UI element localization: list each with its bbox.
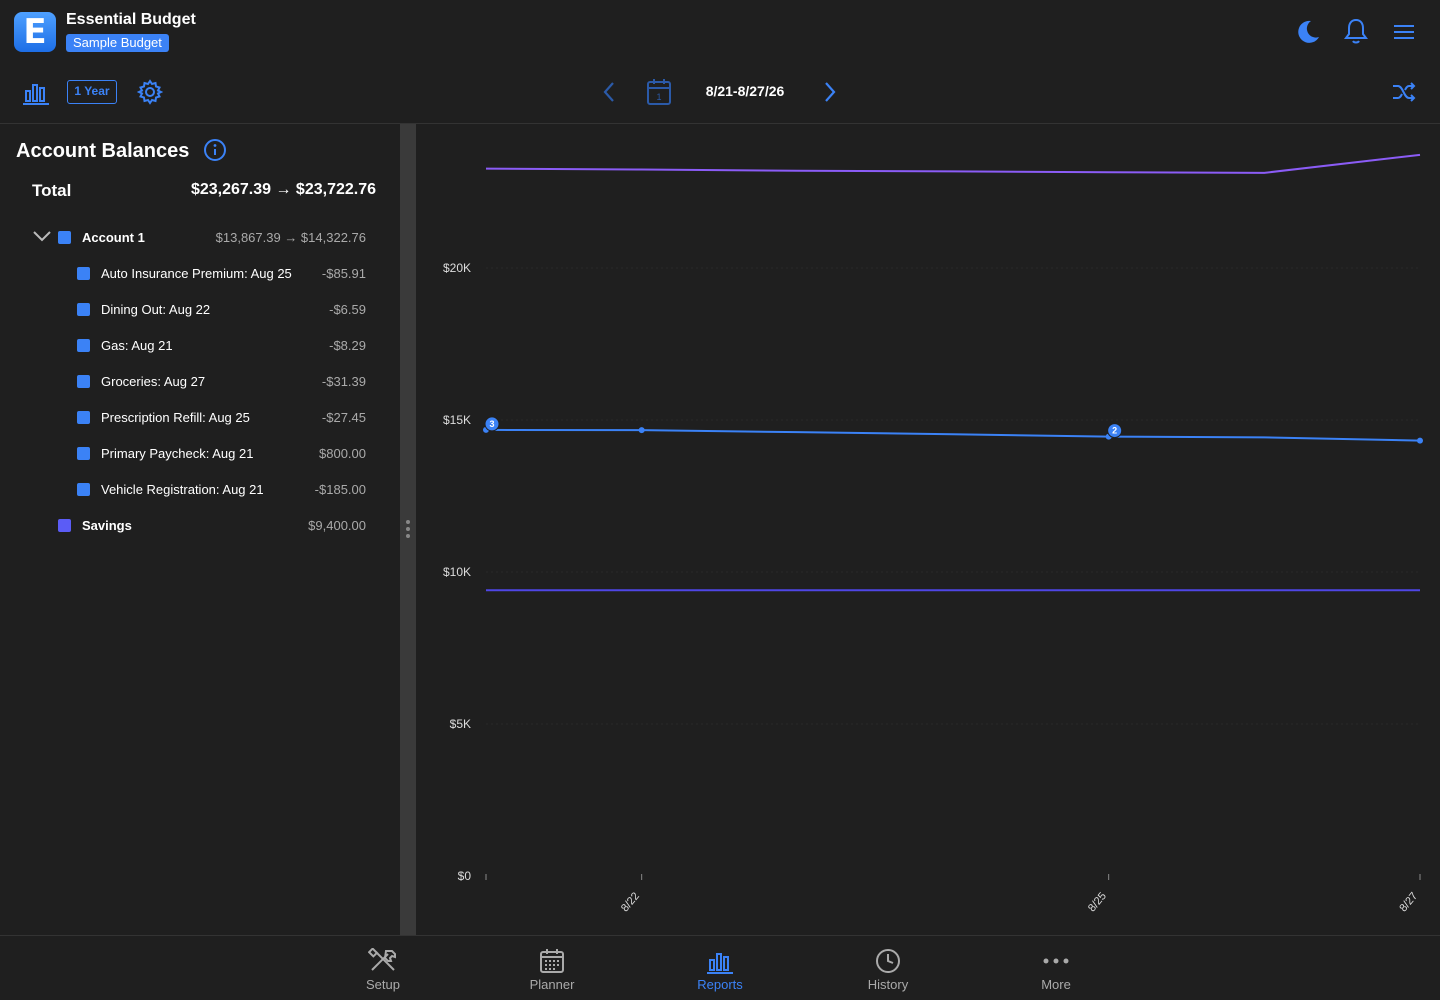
y-tick-label: $10K xyxy=(443,565,471,579)
nav-history[interactable]: History xyxy=(833,936,943,1000)
transaction-swatch xyxy=(77,374,90,388)
transaction-swatch xyxy=(77,410,90,424)
series-line xyxy=(485,428,1421,442)
app-logo: E xyxy=(14,12,56,52)
shuffle-icon[interactable] xyxy=(1391,80,1417,104)
transaction-swatch xyxy=(77,446,90,460)
transaction-item[interactable]: Dining Out: Aug 22 xyxy=(77,299,210,319)
account-color-swatch xyxy=(58,230,71,244)
total-value: $23,267.39 → $23,722.76 xyxy=(190,181,376,198)
chevron-left-icon[interactable] xyxy=(600,80,618,104)
account-row[interactable]: Savings xyxy=(58,515,132,535)
nav-label: More xyxy=(1041,977,1071,992)
transaction-label: Auto Insurance Premium: Aug 25 xyxy=(101,265,292,281)
y-tick-label: $0 xyxy=(458,869,472,883)
calendar-grid-icon xyxy=(538,947,566,975)
y-tick-label: $15K xyxy=(443,413,471,427)
data-point xyxy=(1417,437,1423,444)
nav-planner[interactable]: Planner xyxy=(497,936,607,1000)
nav-more[interactable]: More xyxy=(1001,936,1111,1000)
nav-label: Setup xyxy=(366,977,400,992)
total-label: Total xyxy=(32,181,72,200)
calendar-icon[interactable]: 1 xyxy=(646,78,672,106)
nav-setup[interactable]: Setup xyxy=(328,936,438,1000)
balance-chart: $0 $5K $10K $15K $20K 8/22 8/25 8/27 3 2 xyxy=(443,153,1423,914)
y-tick-label: $20K xyxy=(443,261,471,275)
more-dots-icon xyxy=(1042,947,1070,975)
data-point xyxy=(638,427,645,434)
grip-dots-icon[interactable] xyxy=(406,520,410,541)
series-line xyxy=(485,153,1421,174)
x-tick-label: 8/25 xyxy=(1086,890,1109,914)
transaction-item[interactable]: Auto Insurance Premium: Aug 25 xyxy=(77,263,292,283)
x-tick-label: 8/27 xyxy=(1397,890,1420,914)
chevron-down-icon[interactable] xyxy=(32,229,52,243)
transaction-item[interactable]: Gas: Aug 21 xyxy=(77,335,173,355)
menu-icon[interactable] xyxy=(1392,21,1416,43)
transaction-swatch xyxy=(77,482,90,496)
transaction-label: Prescription Refill: Aug 25 xyxy=(101,409,250,425)
bottom-navigation: Setup Planner Reports History More xyxy=(0,935,1440,1000)
panel-title: Account Balances xyxy=(16,140,190,162)
tools-icon xyxy=(368,947,398,975)
y-tick-label: $5K xyxy=(450,717,471,731)
bar-chart-icon[interactable] xyxy=(22,79,50,105)
transaction-amount: -$27.45 xyxy=(321,410,366,425)
x-tick-label: 8/22 xyxy=(619,890,642,914)
account-row[interactable]: Account 1 xyxy=(58,227,145,247)
transaction-label: Primary Paycheck: Aug 21 xyxy=(101,445,254,461)
period-button[interactable]: 1 Year xyxy=(67,80,117,104)
clock-icon xyxy=(874,947,902,975)
account-name: Account 1 xyxy=(82,229,145,245)
nav-label: Planner xyxy=(529,977,575,992)
info-icon[interactable] xyxy=(203,138,227,162)
nav-reports[interactable]: Reports xyxy=(665,936,775,1000)
account-value: $13,867.39 → $14,322.76 xyxy=(215,230,366,245)
badge-count-label: 2 xyxy=(1112,426,1117,436)
transaction-amount: -$185.00 xyxy=(314,482,366,497)
transaction-item[interactable]: Prescription Refill: Aug 25 xyxy=(77,407,250,427)
gear-icon[interactable] xyxy=(137,79,163,105)
transaction-item[interactable]: Primary Paycheck: Aug 21 xyxy=(77,443,253,463)
nav-label: Reports xyxy=(697,977,743,992)
transaction-amount: -$8.29 xyxy=(329,338,366,353)
transaction-swatch xyxy=(77,338,90,352)
bar-chart-icon xyxy=(706,947,734,975)
transaction-swatch xyxy=(77,266,90,280)
transaction-swatch xyxy=(77,302,90,316)
transaction-amount: -$31.39 xyxy=(321,374,366,389)
transaction-item[interactable]: Vehicle Registration: Aug 21 xyxy=(77,479,264,499)
app-title: Essential Budget xyxy=(66,11,196,28)
transaction-label: Groceries: Aug 27 xyxy=(101,373,206,389)
nav-label: History xyxy=(867,977,909,992)
badge-count-label: 3 xyxy=(489,419,494,429)
account-name: Savings xyxy=(82,517,132,533)
transaction-amount: -$6.59 xyxy=(329,302,366,317)
chevron-right-icon[interactable] xyxy=(821,80,839,104)
transaction-label: Gas: Aug 21 xyxy=(101,337,173,353)
bell-icon[interactable] xyxy=(1343,17,1369,45)
svg-text:1: 1 xyxy=(656,92,661,102)
date-range-label[interactable]: 8/21-8/27/26 xyxy=(690,83,800,99)
transaction-amount: $800.00 xyxy=(319,446,366,461)
app-header: E Essential Budget Sample Budget 1 Year … xyxy=(0,0,1440,124)
transaction-label: Dining Out: Aug 22 xyxy=(101,301,211,317)
transaction-amount: -$85.91 xyxy=(321,266,366,281)
budget-selector[interactable]: Sample Budget xyxy=(66,34,169,52)
account-value: $9,400.00 xyxy=(308,518,366,533)
transaction-label: Vehicle Registration: Aug 21 xyxy=(101,481,264,497)
transaction-item[interactable]: Groceries: Aug 27 xyxy=(77,371,205,391)
account-color-swatch xyxy=(58,518,71,532)
moon-icon[interactable] xyxy=(1294,18,1322,46)
